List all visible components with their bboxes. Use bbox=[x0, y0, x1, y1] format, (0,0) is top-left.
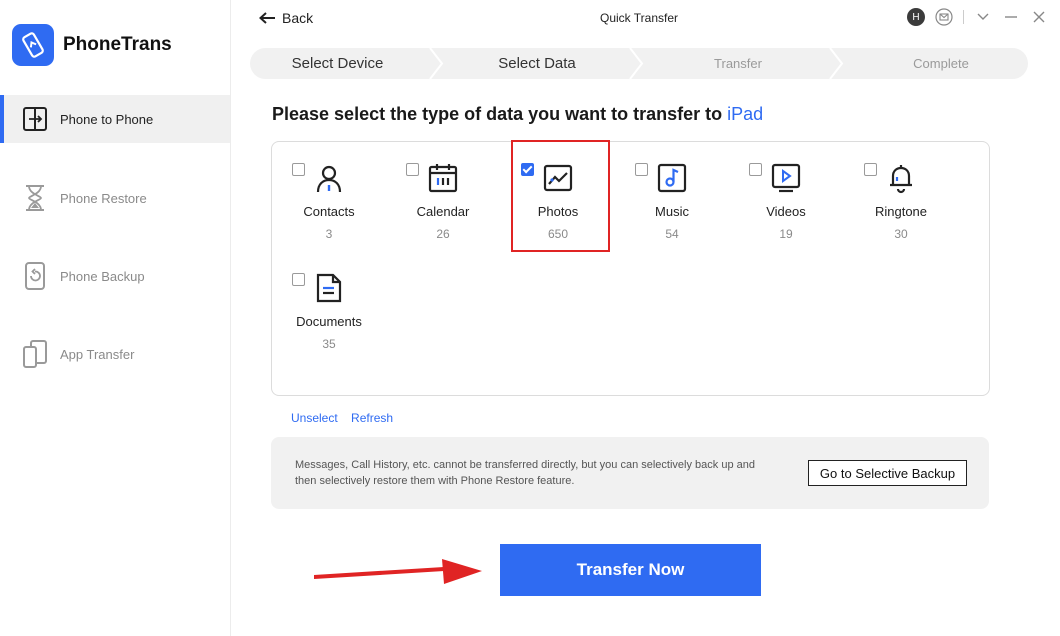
checkbox[interactable] bbox=[749, 163, 762, 176]
data-type-label: Music bbox=[655, 204, 689, 219]
data-type-label: Videos bbox=[766, 204, 806, 219]
red-arrow-icon bbox=[314, 559, 482, 584]
sidebar-item-app-transfer[interactable]: App Transfer bbox=[0, 330, 230, 378]
app-name: PhoneTrans bbox=[63, 34, 172, 55]
back-label: Back bbox=[282, 10, 314, 26]
step-divider-icon bbox=[629, 48, 644, 79]
bell-icon bbox=[890, 165, 912, 194]
checkbox[interactable] bbox=[635, 163, 648, 176]
chevron-down-icon[interactable] bbox=[974, 8, 992, 26]
refresh-link[interactable]: Refresh bbox=[351, 411, 393, 425]
checkbox[interactable] bbox=[864, 163, 877, 176]
data-type-photos[interactable]: Photos 650 bbox=[501, 142, 615, 252]
sidebar-item-label: Phone to Phone bbox=[60, 111, 154, 127]
photos-icon bbox=[543, 164, 573, 192]
checkbox[interactable] bbox=[292, 163, 305, 176]
hourglass-icon bbox=[20, 183, 50, 213]
unselect-link[interactable]: Unselect bbox=[291, 411, 338, 425]
notice-box: Messages, Call History, etc. cannot be t… bbox=[271, 437, 989, 509]
data-type-contacts[interactable]: Contacts 3 bbox=[272, 142, 386, 252]
backup-icon bbox=[20, 261, 50, 291]
step-divider-icon bbox=[429, 48, 444, 79]
sidebar-item-label: App Transfer bbox=[60, 346, 135, 362]
documents-icon bbox=[316, 273, 342, 303]
data-type-calendar[interactable]: Calendar 26 bbox=[386, 142, 500, 252]
phonetrans-logo-icon bbox=[12, 24, 54, 66]
transfer-now-button[interactable]: Transfer Now bbox=[500, 544, 761, 596]
step-complete: Complete bbox=[913, 56, 969, 71]
target-device: iPad bbox=[727, 104, 764, 124]
sidebar-item-label: Phone Restore bbox=[60, 190, 147, 206]
selective-backup-button[interactable]: Go to Selective Backup bbox=[808, 460, 967, 486]
videos-icon bbox=[771, 163, 801, 193]
data-type-count: 35 bbox=[322, 337, 336, 351]
data-type-count: 650 bbox=[547, 227, 569, 241]
sidebar-item-phone-restore[interactable]: Phone Restore bbox=[0, 174, 230, 222]
phone-to-phone-icon bbox=[20, 104, 50, 134]
data-type-count: 54 bbox=[665, 227, 679, 241]
progress-steps: Select Device Select Data Transfer Compl… bbox=[250, 48, 1028, 79]
contacts-icon bbox=[316, 165, 342, 193]
brand: PhoneTrans bbox=[12, 24, 172, 66]
avatar[interactable]: H bbox=[907, 8, 925, 26]
step-transfer: Transfer bbox=[714, 56, 762, 71]
page-heading: Please select the type of data you want … bbox=[272, 104, 763, 125]
music-icon bbox=[657, 163, 687, 193]
step-select-data: Select Data bbox=[498, 55, 576, 72]
arrow-left-icon bbox=[259, 12, 275, 24]
data-type-label: Photos bbox=[537, 204, 579, 219]
sidebar-item-label: Phone Backup bbox=[60, 268, 145, 284]
back-button[interactable]: Back bbox=[258, 10, 313, 26]
heading-text: Please select the type of data you want … bbox=[272, 104, 728, 124]
calendar-icon bbox=[428, 164, 458, 193]
window-controls: H bbox=[907, 8, 1048, 26]
checkbox[interactable] bbox=[292, 273, 305, 286]
mail-icon[interactable] bbox=[935, 8, 953, 26]
data-type-count: 30 bbox=[894, 227, 908, 241]
close-icon[interactable] bbox=[1030, 8, 1048, 26]
data-type-count: 3 bbox=[325, 227, 333, 241]
notice-text: Messages, Call History, etc. cannot be t… bbox=[295, 459, 755, 487]
data-type-count: 19 bbox=[779, 227, 793, 241]
minimize-icon[interactable] bbox=[1002, 8, 1020, 26]
step-select-device: Select Device bbox=[291, 55, 384, 72]
app-transfer-icon bbox=[20, 339, 50, 369]
step-divider-icon bbox=[829, 48, 844, 79]
sidebar-item-phone-to-phone[interactable]: Phone to Phone bbox=[0, 95, 230, 143]
data-type-count: 26 bbox=[436, 227, 450, 241]
data-type-videos[interactable]: Videos 19 bbox=[729, 142, 843, 252]
data-type-label: Calendar bbox=[416, 204, 470, 219]
separator bbox=[963, 10, 964, 24]
data-type-label: Documents bbox=[296, 314, 362, 329]
data-type-documents[interactable]: Documents 35 bbox=[272, 252, 386, 362]
data-type-panel: Contacts 3 Calendar 26 Photos 650 Music … bbox=[271, 141, 990, 396]
checkbox-checked[interactable] bbox=[521, 163, 534, 176]
checkbox[interactable] bbox=[406, 163, 419, 176]
sidebar-item-phone-backup[interactable]: Phone Backup bbox=[0, 252, 230, 300]
selection-links: Unselect Refresh bbox=[291, 411, 403, 425]
data-type-label: Ringtone bbox=[874, 204, 928, 219]
data-type-label: Contacts bbox=[303, 204, 355, 219]
data-type-ringtone[interactable]: Ringtone 30 bbox=[844, 142, 958, 252]
data-type-music[interactable]: Music 54 bbox=[615, 142, 729, 252]
window-title: Quick Transfer bbox=[599, 11, 679, 25]
sidebar: PhoneTrans Phone to Phone Phone Restore … bbox=[0, 0, 231, 636]
